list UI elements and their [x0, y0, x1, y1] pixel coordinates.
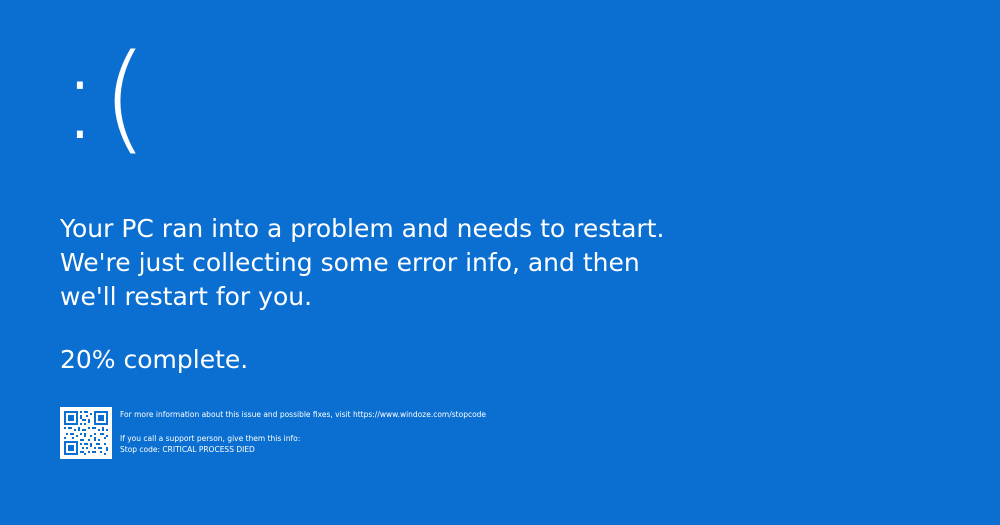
stop-code-info: For more information about this issue an… [120, 409, 486, 455]
sad-face-emoticon: :( [60, 28, 150, 166]
error-message: Your PC ran into a problem and needs to … [60, 214, 665, 311]
more-info-text: For more information about this issue an… [120, 410, 487, 419]
stop-code-text: Stop code: CRITICAL PROCESS DIED [120, 445, 255, 454]
support-prompt-text: If you call a support person, give them … [120, 434, 301, 443]
qr-code-icon [60, 407, 112, 459]
blue-screen: :( Your PC ran into a problem and needs … [0, 0, 1000, 525]
qr-code-graphic [60, 407, 112, 459]
progress-text: 20% complete. [60, 345, 249, 374]
